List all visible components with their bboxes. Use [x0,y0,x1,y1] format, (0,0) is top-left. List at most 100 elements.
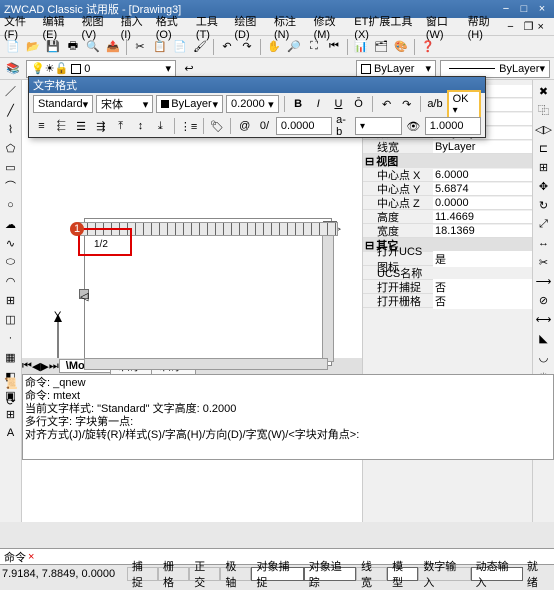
xline-icon[interactable]: ╱ [2,101,20,119]
insert-block-icon[interactable]: ⊞ [2,291,20,309]
rotate-icon[interactable]: ↻ [535,196,553,214]
rectangle-icon[interactable]: ▭ [2,158,20,176]
text-height-combo[interactable]: 0.2000▾ [226,95,279,113]
width-input[interactable]: 1.0000 [425,117,481,135]
menu-et[interactable]: ET扩展工具(X) [354,13,420,41]
chamfer-icon[interactable]: ◣ [535,329,553,347]
prop-value[interactable]: 5.6874 [433,183,532,195]
symbol-icon[interactable]: @ [236,117,253,135]
prop-value[interactable]: 0.0000 [433,197,532,209]
status-numinput[interactable]: 数字输入 [418,567,470,581]
copy-icon[interactable]: 📋 [151,38,169,56]
close-button[interactable]: × [534,2,550,16]
zoom-win-icon[interactable]: ⛶ [305,38,323,56]
menu-format[interactable]: 格式(O) [156,13,190,41]
mirror-icon[interactable]: ◁▷ [535,120,553,138]
publish-icon[interactable]: 📤 [104,38,122,56]
prop-value[interactable]: 否 [433,293,532,309]
join-icon[interactable]: ⟷ [535,310,553,328]
italic-icon[interactable]: I [310,95,327,113]
point-icon[interactable]: · [2,329,20,347]
trim-icon[interactable]: ✂ [535,253,553,271]
redo-icon[interactable]: ↷ [238,38,256,56]
help-icon[interactable]: ❓ [419,38,437,56]
insert-field-icon[interactable]: 🏷 [209,117,226,135]
tracking-combo[interactable]: ▾ [355,117,402,135]
status-lweight[interactable]: 线宽 [356,567,387,581]
stack-icon[interactable]: a/b [426,95,443,113]
menu-draw[interactable]: 绘图(D) [234,13,268,41]
mtext-icon[interactable]: A [2,424,20,442]
extend-icon[interactable]: ⟶ [535,272,553,290]
polygon-icon[interactable]: ⬠ [2,139,20,157]
prop-value[interactable]: 18.1369 [433,225,532,237]
editor-scrollbar-v[interactable] [322,222,334,362]
prop-value[interactable]: ByLayer [433,141,532,153]
menu-insert[interactable]: 插入(I) [121,13,150,41]
offset-icon[interactable]: ⊏ [535,139,553,157]
doc-close-icon[interactable]: × [538,21,544,33]
ellipse-icon[interactable]: ⬭ [2,253,20,271]
mtext-content[interactable]: 1/2 [94,239,108,250]
tracking-icon[interactable]: a-b [335,117,352,135]
align-center-icon[interactable]: ☰ [73,117,90,135]
align-mid-icon[interactable]: ↕ [132,117,149,135]
menu-window[interactable]: 窗口(W) [426,13,462,41]
array-icon[interactable]: ⊞ [535,158,553,176]
doc-minimize-icon[interactable]: − [507,21,513,33]
command-history[interactable]: 命令: _qnew 命令: mtext 当前文字样式: "Standard" 文… [22,374,554,460]
fillet-icon[interactable]: ◡ [535,348,553,366]
status-osnap[interactable]: 对象捕捉 [251,567,303,581]
layer-prev-icon[interactable]: ↩ [180,60,198,78]
erase-icon[interactable]: ✖ [535,82,553,100]
font-combo[interactable]: 宋体▾ [96,95,153,113]
toolpalette-icon[interactable]: 🎨 [392,38,410,56]
prop-value[interactable]: 11.4669 [433,211,532,223]
linetype-combo[interactable]: ByLayer ▾ [440,60,550,78]
menu-tools[interactable]: 工具(T) [196,13,228,41]
ok-button[interactable]: OK ▾ [447,90,481,119]
ellipse-arc-icon[interactable]: ◠ [2,272,20,290]
arc-icon[interactable]: ⌒ [2,177,20,195]
numbering-icon[interactable]: ⋮≡ [180,117,198,135]
dialog-titlebar[interactable]: 文字格式 [29,77,485,93]
status-grid[interactable]: 栅格 [158,567,189,581]
new-icon[interactable]: 📄 [4,38,22,56]
move-icon[interactable]: ✥ [535,177,553,195]
circle-icon[interactable]: ○ [2,196,20,214]
tab-first-icon[interactable]: ⏮ [22,360,32,373]
oblique-icon[interactable]: 0/ [256,117,273,135]
menu-view[interactable]: 视图(V) [82,13,115,41]
bold-icon[interactable]: B [290,95,307,113]
scale-icon[interactable]: ⤢ [535,215,553,233]
color-combo[interactable]: ByLayer ▾ [356,60,436,78]
text-style-combo[interactable]: Standard▾ [33,95,93,113]
menu-modify[interactable]: 修改(M) [314,13,349,41]
cmd-recent-icon[interactable]: ⟳ [2,392,20,410]
hatch-icon[interactable]: ▦ [2,348,20,366]
designcenter-icon[interactable]: 🗂 [372,38,390,56]
cmd-history-icon[interactable]: 📜 [2,374,20,392]
zoom-rt-icon[interactable]: 🔎 [285,38,303,56]
paste-icon[interactable]: 📄 [171,38,189,56]
align-bot-icon[interactable]: ⤓ [152,117,169,135]
overline-icon[interactable]: Ō [350,95,367,113]
tab-last-icon[interactable]: ⏭ [49,360,59,373]
preview-icon[interactable]: 🔍 [84,38,102,56]
pan-icon[interactable]: ✋ [265,38,283,56]
resize-handle-left[interactable]: ◁ [79,289,89,299]
editor-scrollbar-h[interactable] [84,358,328,370]
make-block-icon[interactable]: ◫ [2,310,20,328]
align-left-icon[interactable]: ⬱ [53,117,70,135]
open-icon[interactable]: 📂 [24,38,42,56]
copy-obj-icon[interactable]: ⿻ [535,101,553,119]
maximize-button[interactable]: □ [516,2,532,16]
menu-file[interactable]: 文件(F) [4,13,36,41]
align-right-icon[interactable]: ⇶ [92,117,109,135]
text-undo-icon[interactable]: ↶ [378,95,395,113]
break-icon[interactable]: ⊘ [535,291,553,309]
line-icon[interactable]: ／ [2,82,20,100]
prop-value[interactable]: 是 [433,251,532,267]
status-snap[interactable]: 捕捉 [127,567,158,581]
properties-icon[interactable]: 📊 [352,38,370,56]
